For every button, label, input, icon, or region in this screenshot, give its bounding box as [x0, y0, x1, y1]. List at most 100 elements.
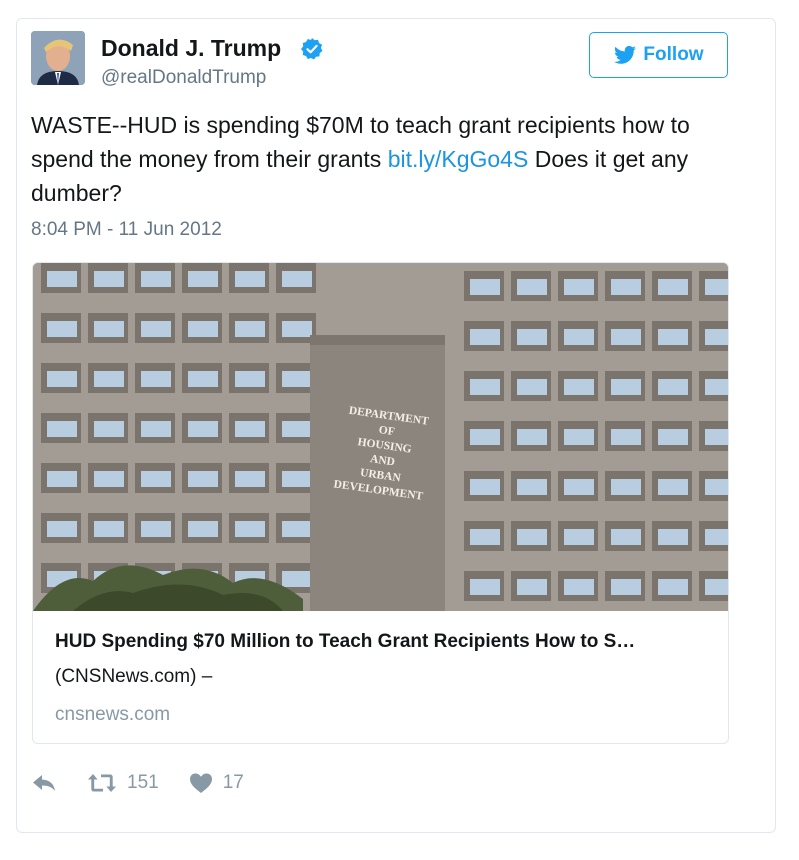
- window-pane: [141, 321, 171, 337]
- window-pane: [517, 329, 547, 345]
- window-pane: [47, 421, 77, 437]
- window-pane: [517, 479, 547, 495]
- window-pane: [564, 429, 594, 445]
- window-pane: [94, 371, 124, 387]
- link-card[interactable]: DEPARTMENT OF HOUSING AND URBAN DEVELOPM…: [32, 262, 729, 744]
- window-pane: [517, 529, 547, 545]
- window-pane: [141, 271, 171, 287]
- window-pane: [564, 379, 594, 395]
- window-pane: [94, 521, 124, 537]
- window-pane: [564, 279, 594, 295]
- window-pane: [141, 371, 171, 387]
- retweet-button[interactable]: 151: [87, 772, 159, 794]
- window-pane: [658, 479, 688, 495]
- like-count: 17: [222, 772, 244, 793]
- reply-button[interactable]: [31, 772, 57, 794]
- window-pane: [188, 421, 218, 437]
- window-pane: [611, 529, 641, 545]
- window-pane: [705, 479, 728, 495]
- reply-icon: [33, 775, 55, 791]
- heart-icon: [189, 773, 212, 793]
- like-button[interactable]: 17: [189, 772, 244, 794]
- avatar[interactable]: [31, 31, 85, 85]
- window-pane: [517, 279, 547, 295]
- window-pane: [564, 579, 594, 595]
- timestamp[interactable]: 8:04 PM - 11 Jun 2012: [31, 219, 222, 241]
- window-pane: [705, 379, 728, 395]
- window-pane: [282, 471, 312, 487]
- window-pane: [658, 429, 688, 445]
- window-pane: [564, 479, 594, 495]
- window-pane: [564, 529, 594, 545]
- retweet-icon: [88, 774, 116, 792]
- window-pane: [517, 379, 547, 395]
- window-pane: [282, 521, 312, 537]
- window-pane: [141, 471, 171, 487]
- window-pane: [188, 321, 218, 337]
- twitter-bird-icon: [614, 45, 637, 64]
- link-card-domain: cnsnews.com: [55, 704, 171, 725]
- window-pane: [517, 579, 547, 595]
- window-pane: [611, 429, 641, 445]
- window-pane: [658, 279, 688, 295]
- window-pane: [658, 529, 688, 545]
- window-pane: [517, 429, 547, 445]
- window-pane: [188, 471, 218, 487]
- tweet-text: WASTE--HUD is spending $70M to teach gra…: [31, 108, 731, 210]
- avatar-image: [31, 31, 85, 85]
- window-pane: [94, 471, 124, 487]
- building-photo: DEPARTMENT OF HOUSING AND URBAN DEVELOPM…: [33, 263, 728, 611]
- window-pane: [235, 471, 265, 487]
- follow-button[interactable]: Follow: [589, 32, 728, 78]
- window-pane: [470, 579, 500, 595]
- window-pane: [188, 371, 218, 387]
- window-pane: [141, 421, 171, 437]
- window-pane: [705, 579, 728, 595]
- window-pane: [282, 571, 312, 587]
- window-pane: [611, 479, 641, 495]
- window-pane: [235, 521, 265, 537]
- link-card-description: (CNSNews.com) –: [55, 666, 213, 687]
- window-pane: [705, 529, 728, 545]
- window-pane: [611, 379, 641, 395]
- window-pane: [658, 329, 688, 345]
- window-pane: [47, 521, 77, 537]
- window-pane: [470, 329, 500, 345]
- window-pane: [94, 321, 124, 337]
- window-pane: [188, 521, 218, 537]
- retweet-count: 151: [127, 772, 159, 793]
- window-pane: [705, 429, 728, 445]
- tweet-actions: 151 17: [31, 768, 244, 798]
- window-pane: [658, 579, 688, 595]
- window-pane: [141, 521, 171, 537]
- window-pane: [282, 321, 312, 337]
- tweet-link[interactable]: bit.ly/KgGo4S: [388, 146, 529, 172]
- window-pane: [658, 379, 688, 395]
- window-pane: [470, 279, 500, 295]
- window-pane: [235, 421, 265, 437]
- window-pane: [470, 479, 500, 495]
- window-pane: [470, 379, 500, 395]
- window-pane: [564, 329, 594, 345]
- window-pane: [282, 271, 312, 287]
- window-pane: [188, 271, 218, 287]
- window-pane: [611, 579, 641, 595]
- verified-badge-icon: [301, 38, 323, 60]
- window-pane: [705, 279, 728, 295]
- display-name[interactable]: Donald J. Trump: [101, 35, 281, 62]
- link-card-title[interactable]: HUD Spending $70 Million to Teach Grant …: [55, 631, 710, 653]
- handle[interactable]: @realDonaldTrump: [101, 67, 266, 89]
- window-pane: [705, 329, 728, 345]
- window-pane: [47, 321, 77, 337]
- window-pane: [611, 329, 641, 345]
- window-pane: [94, 421, 124, 437]
- window-pane: [235, 321, 265, 337]
- window-pane: [282, 421, 312, 437]
- window-pane: [611, 279, 641, 295]
- window-pane: [470, 429, 500, 445]
- window-pane: [235, 271, 265, 287]
- window-pane: [47, 371, 77, 387]
- window-pane: [47, 271, 77, 287]
- follow-button-label: Follow: [643, 44, 704, 65]
- window-pane: [94, 271, 124, 287]
